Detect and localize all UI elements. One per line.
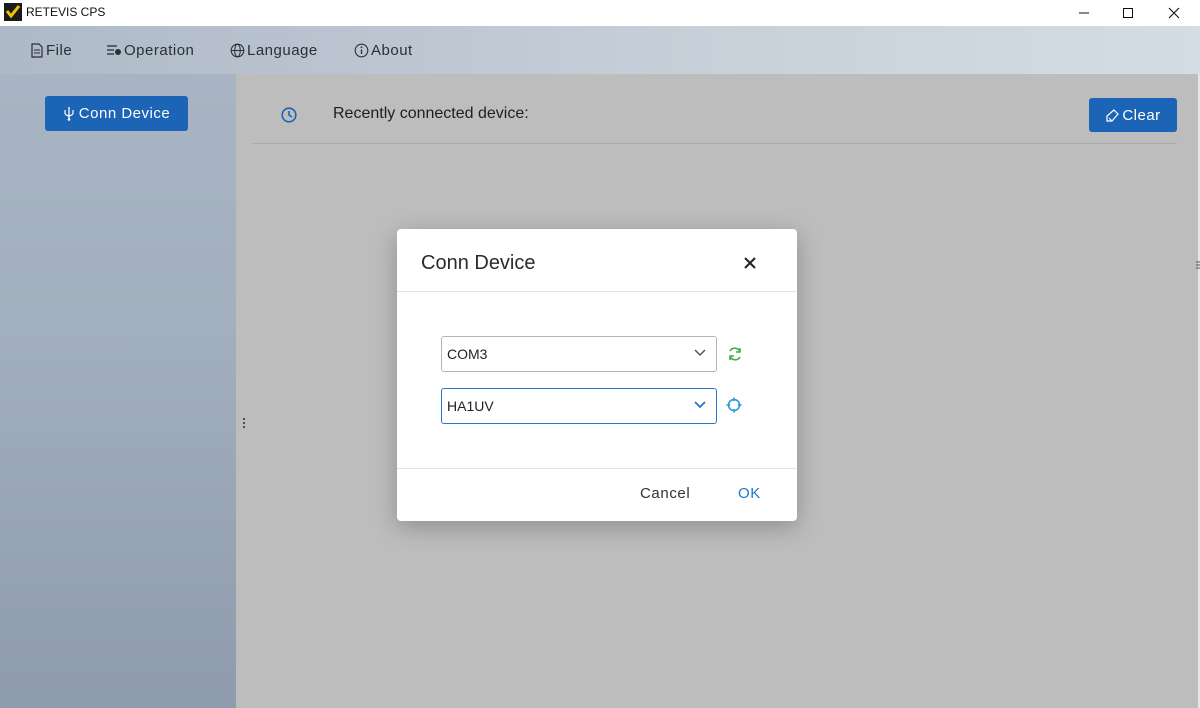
recent-devices-label: Recently connected device: — [333, 105, 529, 122]
minimize-button[interactable] — [1061, 0, 1107, 26]
menu-about[interactable]: About — [354, 26, 413, 74]
menu-language[interactable]: Language — [230, 26, 318, 74]
menu-file-label: File — [46, 41, 73, 59]
history-icon[interactable] — [280, 106, 298, 129]
port-select[interactable]: COM3 — [441, 336, 717, 372]
clear-button[interactable]: Clear — [1089, 98, 1177, 132]
window-close-button[interactable] — [1151, 0, 1197, 26]
file-icon — [31, 42, 43, 58]
clear-label: Clear — [1122, 106, 1161, 124]
app-logo-icon — [4, 3, 22, 21]
usb-icon — [64, 107, 74, 121]
menu-operation-label: Operation — [124, 41, 195, 59]
operation-icon — [107, 45, 121, 55]
menu-bar: File Operation Language About — [0, 26, 1200, 74]
refresh-icon[interactable] — [727, 346, 743, 367]
title-bar: RETEVIS CPS — [0, 0, 1200, 26]
chevron-down-icon — [694, 349, 706, 357]
sidebar: Conn Device — [0, 74, 236, 708]
cancel-button[interactable]: Cancel — [640, 485, 690, 502]
maximize-icon — [1123, 8, 1133, 18]
minimize-icon — [1079, 12, 1089, 14]
window-title: RETEVIS CPS — [26, 5, 106, 19]
conn-device-label: Conn Device — [78, 105, 171, 122]
close-icon — [1168, 7, 1180, 19]
conn-device-dialog: Conn Device COM3 HA1UV Cancel OK — [397, 229, 797, 521]
model-select-value: HA1UV — [447, 398, 494, 414]
port-select-value: COM3 — [447, 346, 488, 362]
broom-icon — [1106, 108, 1120, 122]
menu-operation[interactable]: Operation — [106, 26, 194, 74]
target-icon[interactable] — [726, 397, 742, 418]
dialog-close-button[interactable] — [743, 251, 757, 275]
dialog-footer-divider — [397, 468, 797, 469]
main-divider — [253, 143, 1177, 144]
chevron-down-icon — [694, 401, 706, 409]
dialog-header-divider — [397, 291, 797, 292]
conn-device-button[interactable]: Conn Device — [45, 96, 188, 131]
splitter-handle-icon[interactable] — [242, 416, 246, 430]
edge-handle-icon — [1196, 258, 1200, 272]
menu-language-label: Language — [247, 41, 318, 59]
info-icon — [354, 43, 369, 57]
globe-icon — [230, 43, 245, 57]
maximize-button[interactable] — [1105, 0, 1151, 26]
close-icon — [744, 257, 756, 269]
menu-about-label: About — [371, 41, 413, 59]
ok-button[interactable]: OK — [738, 485, 761, 502]
dialog-title: Conn Device — [421, 252, 536, 274]
model-select[interactable]: HA1UV — [441, 388, 717, 424]
menu-file[interactable]: File — [30, 26, 72, 74]
